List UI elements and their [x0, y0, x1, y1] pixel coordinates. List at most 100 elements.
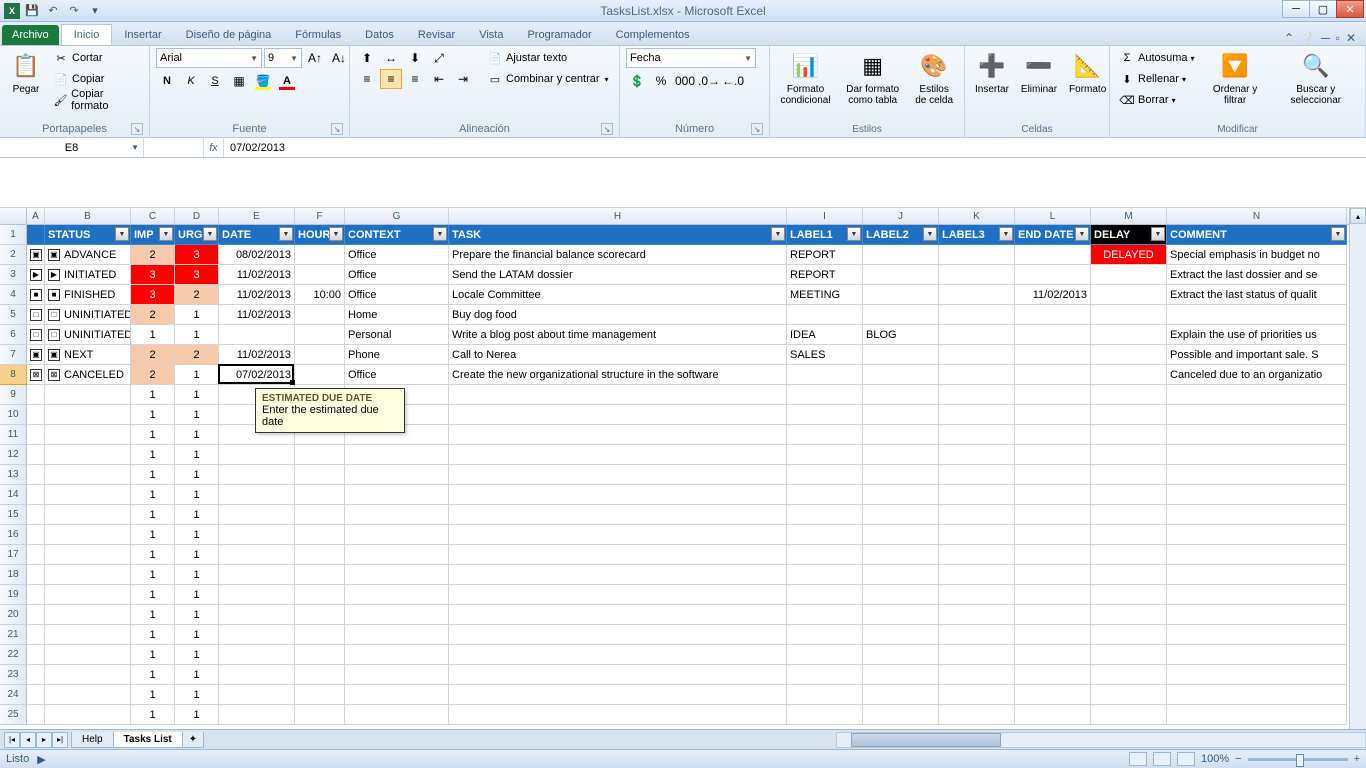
- cell[interactable]: 2: [131, 305, 175, 325]
- cell[interactable]: [1091, 585, 1167, 605]
- cell[interactable]: [939, 385, 1015, 405]
- cell[interactable]: Prepare the financial balance scorecard: [449, 245, 787, 265]
- number-launcher[interactable]: ↘: [751, 123, 763, 135]
- cell[interactable]: [219, 605, 295, 625]
- cell[interactable]: □UNINITIATED: [45, 305, 131, 325]
- cell[interactable]: [45, 485, 131, 505]
- cell[interactable]: [1167, 305, 1347, 325]
- cell[interactable]: [863, 245, 939, 265]
- cell[interactable]: [295, 645, 345, 665]
- cell[interactable]: 1: [175, 405, 219, 425]
- cell[interactable]: [939, 345, 1015, 365]
- cell[interactable]: [45, 685, 131, 705]
- cell[interactable]: [1167, 385, 1347, 405]
- zoom-in-button[interactable]: +: [1354, 753, 1360, 765]
- cell[interactable]: [787, 305, 863, 325]
- cell[interactable]: [45, 665, 131, 685]
- number-format-combo[interactable]: Fecha▼: [626, 48, 756, 68]
- comma-button[interactable]: 000: [674, 71, 696, 91]
- cell[interactable]: [1091, 665, 1167, 685]
- cell[interactable]: [863, 505, 939, 525]
- cell[interactable]: [449, 545, 787, 565]
- cell[interactable]: [1015, 485, 1091, 505]
- cell[interactable]: [787, 425, 863, 445]
- cell[interactable]: [345, 585, 449, 605]
- cell[interactable]: 07/02/2013: [219, 365, 295, 385]
- cell[interactable]: 1: [175, 585, 219, 605]
- cell[interactable]: [27, 545, 45, 565]
- row-header-17[interactable]: 17: [0, 545, 27, 565]
- cell[interactable]: 1: [175, 325, 219, 345]
- mdi-minimize-icon[interactable]: ─: [1321, 31, 1330, 45]
- font-name-combo[interactable]: Arial▼: [156, 48, 262, 68]
- minimize-button[interactable]: ─: [1282, 0, 1310, 18]
- cell[interactable]: 08/02/2013: [219, 245, 295, 265]
- align-left-button[interactable]: ≡: [356, 69, 378, 89]
- filter-button[interactable]: ▼: [203, 227, 217, 241]
- header-cell[interactable]: STATUS▼: [45, 225, 131, 245]
- cell[interactable]: [939, 445, 1015, 465]
- cell[interactable]: 11/02/2013: [219, 265, 295, 285]
- cell[interactable]: [45, 445, 131, 465]
- cell[interactable]: ⊠CANCELED: [45, 365, 131, 385]
- tab-file[interactable]: Archivo: [2, 25, 59, 45]
- cell[interactable]: 1: [131, 645, 175, 665]
- currency-button[interactable]: 💲: [626, 71, 648, 91]
- minimize-ribbon-icon[interactable]: ⌃: [1284, 31, 1294, 45]
- cell[interactable]: 1: [175, 505, 219, 525]
- cell[interactable]: [863, 345, 939, 365]
- tab-home[interactable]: Inicio: [61, 24, 113, 45]
- row-header-2[interactable]: 2: [0, 245, 27, 265]
- cell[interactable]: [45, 465, 131, 485]
- cell[interactable]: [939, 485, 1015, 505]
- cell[interactable]: 11/02/2013: [219, 345, 295, 365]
- row-header-11[interactable]: 11: [0, 425, 27, 445]
- cell[interactable]: 2: [175, 285, 219, 305]
- cell[interactable]: [863, 625, 939, 645]
- cell[interactable]: 11/02/2013: [219, 285, 295, 305]
- cell[interactable]: [787, 605, 863, 625]
- cell[interactable]: [1015, 665, 1091, 685]
- cell[interactable]: [345, 605, 449, 625]
- col-header-K[interactable]: K: [939, 208, 1015, 224]
- cell[interactable]: [1091, 445, 1167, 465]
- bold-button[interactable]: N: [156, 71, 178, 91]
- prev-sheet-button[interactable]: ◂: [20, 732, 36, 748]
- cell[interactable]: [45, 505, 131, 525]
- col-header-B[interactable]: B: [45, 208, 131, 224]
- cell[interactable]: [1015, 325, 1091, 345]
- close-button[interactable]: ✕: [1336, 0, 1364, 18]
- filter-button[interactable]: ▼: [771, 227, 785, 241]
- vertical-scrollbar[interactable]: ▴: [1349, 208, 1366, 729]
- cell[interactable]: [1167, 625, 1347, 645]
- cell[interactable]: [1091, 685, 1167, 705]
- cell[interactable]: Possible and important sale. S: [1167, 345, 1347, 365]
- cell[interactable]: [27, 465, 45, 485]
- cell[interactable]: [939, 645, 1015, 665]
- cell[interactable]: [863, 265, 939, 285]
- cell[interactable]: ▶: [27, 265, 45, 285]
- cell[interactable]: [449, 425, 787, 445]
- cell[interactable]: [295, 465, 345, 485]
- cell[interactable]: [939, 265, 1015, 285]
- cell[interactable]: [1091, 625, 1167, 645]
- cell[interactable]: [863, 545, 939, 565]
- cell[interactable]: 1: [175, 525, 219, 545]
- cell[interactable]: [295, 685, 345, 705]
- qat-customize[interactable]: ▾: [86, 2, 104, 20]
- col-header-C[interactable]: C: [131, 208, 175, 224]
- cell[interactable]: [863, 685, 939, 705]
- cell[interactable]: [295, 625, 345, 645]
- cell[interactable]: [1015, 705, 1091, 725]
- font-launcher[interactable]: ↘: [331, 123, 343, 135]
- header-cell[interactable]: LABEL3▼: [939, 225, 1015, 245]
- filter-button[interactable]: ▼: [1331, 227, 1345, 241]
- cell[interactable]: [295, 345, 345, 365]
- cut-button[interactable]: ✂Cortar: [50, 48, 143, 68]
- cell[interactable]: [939, 665, 1015, 685]
- cell[interactable]: [863, 605, 939, 625]
- cell[interactable]: [863, 365, 939, 385]
- tab-layout[interactable]: Diseño de página: [174, 25, 284, 45]
- header-cell[interactable]: LABEL2▼: [863, 225, 939, 245]
- cell[interactable]: [45, 525, 131, 545]
